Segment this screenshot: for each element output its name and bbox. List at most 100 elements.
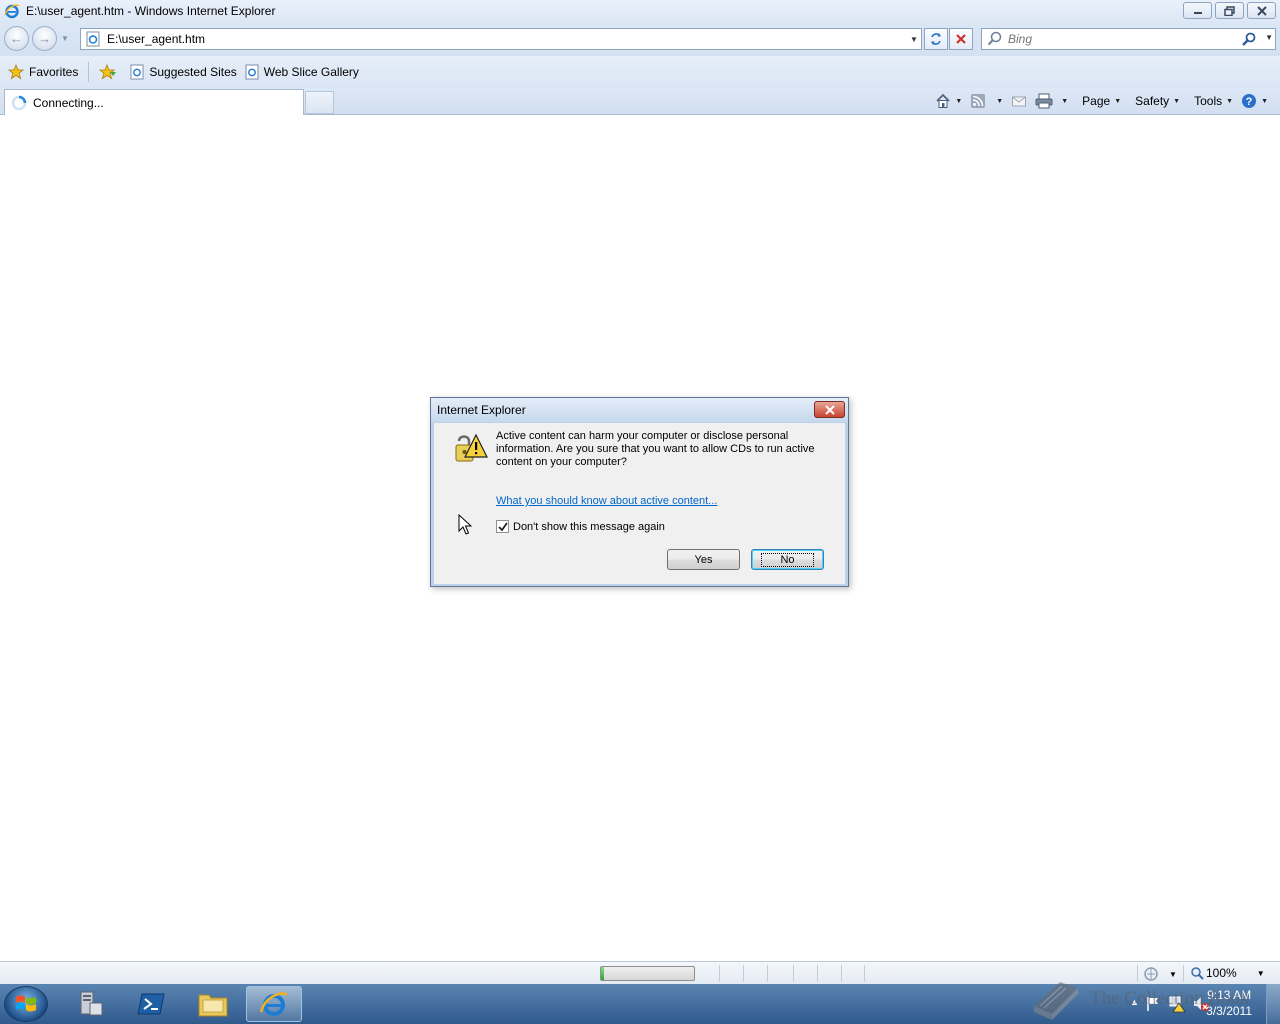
show-desktop-button[interactable] bbox=[1266, 984, 1280, 1024]
watermark-text: The Collection Book bbox=[1090, 988, 1250, 1009]
tools-menu-button[interactable]: Tools ▼ bbox=[1190, 90, 1237, 112]
recent-pages-dropdown[interactable]: ▼ bbox=[61, 34, 71, 44]
window-controls bbox=[1183, 2, 1276, 19]
forward-button[interactable]: → bbox=[32, 26, 57, 51]
favorites-bar-item-web-slice-gallery[interactable]: Web Slice Gallery bbox=[241, 61, 363, 83]
progress-fill bbox=[601, 967, 604, 980]
close-window-button[interactable] bbox=[1247, 2, 1276, 19]
safety-menu-button[interactable]: Safety ▼ bbox=[1131, 90, 1184, 112]
forward-arrow-icon: → bbox=[38, 31, 51, 46]
watermark: The Collection Book bbox=[1030, 976, 1249, 1022]
dont-show-again-option[interactable]: Don't show this message again bbox=[496, 520, 665, 533]
favorites-button[interactable]: Favorites bbox=[4, 61, 82, 83]
search-options-dropdown[interactable]: ▼ bbox=[1265, 33, 1273, 42]
address-dropdown-icon[interactable]: ▼ bbox=[907, 35, 921, 44]
no-button[interactable]: No bbox=[751, 549, 824, 570]
read-mail-button[interactable] bbox=[1007, 90, 1031, 112]
favorites-bar-item-suggested-sites[interactable]: Suggested Sites bbox=[126, 61, 240, 83]
search-icon[interactable] bbox=[1241, 31, 1257, 47]
tab-row: Connecting... ▼ ▼ ▼ Page ▼ Safety ▼ Tool… bbox=[0, 88, 1280, 115]
page-menu-label: Page bbox=[1082, 94, 1111, 108]
refresh-button[interactable] bbox=[924, 28, 948, 50]
add-to-favorites-bar-button[interactable] bbox=[95, 61, 126, 83]
svg-text:?: ? bbox=[1246, 96, 1253, 108]
home-icon bbox=[936, 93, 950, 108]
refresh-icon bbox=[931, 33, 941, 45]
add-favorite-icon bbox=[99, 64, 117, 80]
command-bar: ▼ ▼ ▼ Page ▼ Safety ▼ Tools ▼ ? ▼ bbox=[931, 90, 1272, 112]
favorites-item-label: Suggested Sites bbox=[149, 65, 237, 79]
separator bbox=[841, 965, 842, 982]
taskbar-internet-explorer[interactable] bbox=[246, 986, 302, 1022]
taskbar-windows-explorer[interactable] bbox=[185, 986, 241, 1022]
help-button[interactable]: ? ▼ bbox=[1237, 90, 1272, 112]
separator bbox=[864, 965, 865, 982]
restore-button[interactable] bbox=[1215, 2, 1244, 19]
dialog-message: Active content can harm your computer or… bbox=[496, 430, 815, 468]
yes-button[interactable]: Yes bbox=[667, 549, 740, 570]
feeds-button[interactable]: ▼ bbox=[966, 90, 1007, 112]
mail-icon bbox=[1012, 96, 1027, 107]
address-bar[interactable]: E:\user_agent.htm ▼ bbox=[80, 28, 922, 50]
yes-button-label: Yes bbox=[694, 553, 713, 566]
taskbar-powershell[interactable] bbox=[123, 986, 179, 1022]
separator bbox=[767, 965, 768, 982]
search-box[interactable]: ▼ bbox=[981, 28, 1276, 50]
back-button[interactable]: ← bbox=[4, 26, 29, 51]
print-button[interactable]: ▼ bbox=[1031, 90, 1072, 112]
address-text[interactable]: E:\user_agent.htm bbox=[107, 32, 907, 46]
separator bbox=[793, 965, 794, 982]
dialog-title-bar: Internet Explorer bbox=[431, 398, 848, 422]
new-tab-button[interactable] bbox=[305, 91, 334, 114]
powershell-icon bbox=[137, 993, 165, 1015]
chevron-down-icon: ▼ bbox=[1173, 97, 1181, 105]
ie-page-icon bbox=[245, 64, 259, 80]
page-menu-button[interactable]: Page ▼ bbox=[1078, 90, 1125, 112]
rss-feed-icon bbox=[971, 94, 986, 108]
chevron-down-icon: ▼ bbox=[1226, 97, 1234, 105]
navigation-bar: ← → ▼ E:\user_agent.htm ▼ ▼ bbox=[0, 22, 1280, 56]
close-icon bbox=[1256, 5, 1267, 16]
chevron-down-icon[interactable]: ▼ bbox=[1257, 969, 1265, 978]
chevron-down-icon[interactable]: ▼ bbox=[1061, 98, 1068, 105]
windows-logo-icon bbox=[16, 995, 36, 1012]
mouse-cursor-icon bbox=[458, 514, 472, 535]
favorites-item-label: Web Slice Gallery bbox=[263, 65, 359, 79]
tab-current[interactable]: Connecting... bbox=[4, 89, 304, 115]
printer-icon bbox=[1035, 93, 1053, 109]
minimize-icon bbox=[1193, 11, 1202, 14]
home-button[interactable]: ▼ bbox=[931, 90, 966, 112]
checkmark-icon bbox=[497, 521, 508, 531]
folder-icon bbox=[198, 994, 228, 1017]
safety-menu-label: Safety bbox=[1135, 94, 1170, 108]
ie-page-icon bbox=[130, 64, 144, 80]
dialog-close-button[interactable] bbox=[814, 401, 845, 418]
stop-button[interactable] bbox=[949, 28, 973, 50]
separator bbox=[743, 965, 744, 982]
server-manager-icon bbox=[80, 991, 103, 1016]
active-content-dialog: Internet Explorer Active content can har… bbox=[430, 397, 849, 587]
separator bbox=[817, 965, 818, 982]
help-icon: ? bbox=[1242, 94, 1257, 108]
separator bbox=[88, 62, 90, 82]
favorites-bar: Favorites Suggested Sites Web Slice Gall… bbox=[0, 56, 1280, 88]
back-arrow-icon: ← bbox=[10, 31, 23, 46]
search-input[interactable] bbox=[1008, 32, 1228, 46]
chevron-down-icon[interactable]: ▼ bbox=[996, 98, 1003, 105]
chevron-down-icon[interactable]: ▼ bbox=[955, 98, 962, 105]
loading-spinner-icon bbox=[11, 95, 27, 110]
favorites-star-icon bbox=[8, 64, 24, 80]
page-load-progress-bar bbox=[600, 966, 695, 981]
book-logo-icon bbox=[1034, 982, 1078, 1020]
favorites-label: Favorites bbox=[29, 65, 79, 79]
start-button[interactable] bbox=[4, 986, 48, 1022]
chevron-down-icon[interactable]: ▼ bbox=[1261, 98, 1268, 105]
separator bbox=[719, 965, 720, 982]
taskbar-server-manager[interactable] bbox=[62, 986, 118, 1022]
dont-show-again-checkbox[interactable] bbox=[496, 520, 509, 533]
minimize-button[interactable] bbox=[1183, 2, 1212, 19]
dialog-title: Internet Explorer bbox=[437, 403, 526, 417]
active-content-help-link[interactable]: What you should know about active conten… bbox=[496, 495, 717, 507]
window-title: E:\user_agent.htm - Windows Internet Exp… bbox=[26, 4, 276, 18]
tools-menu-label: Tools bbox=[1194, 94, 1223, 108]
